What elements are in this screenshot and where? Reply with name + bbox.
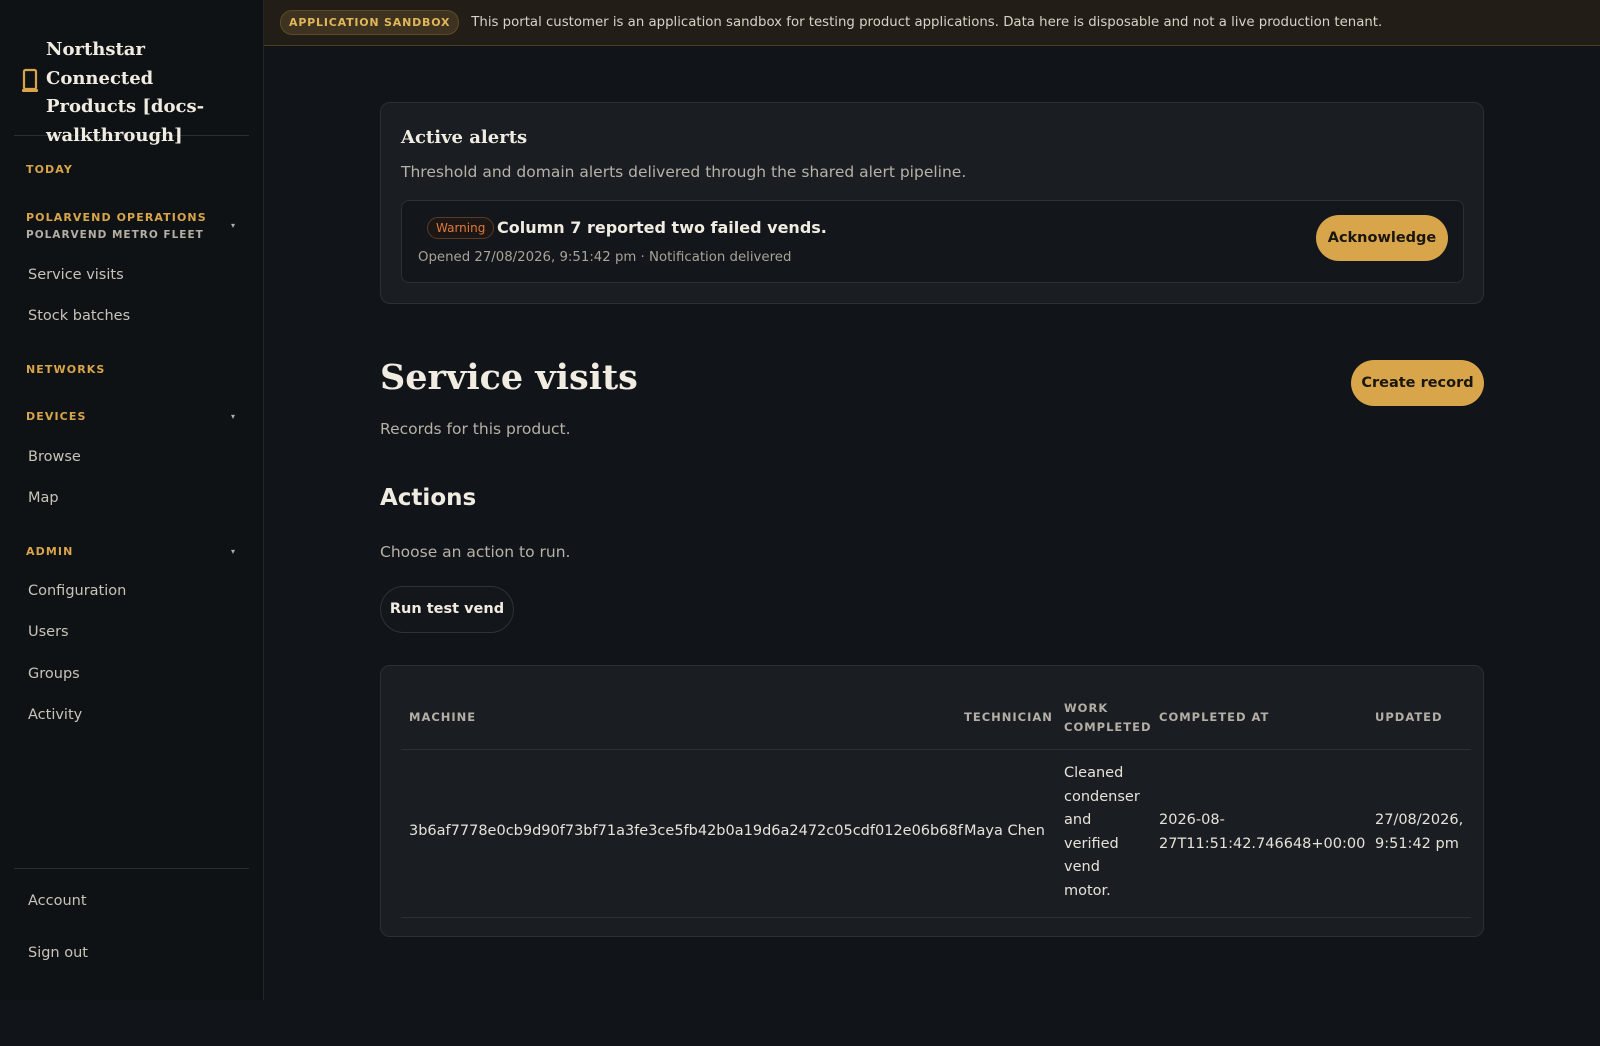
sidebar-item-sign-out[interactable]: Sign out	[28, 945, 88, 961]
sidebar-item-groups[interactable]: Groups	[28, 666, 80, 682]
sidebar-item-map[interactable]: Map	[28, 490, 59, 506]
actions-description: Choose an action to run.	[380, 543, 571, 561]
nav-section-polarvend[interactable]: POLARVEND OPERATIONS	[26, 211, 207, 224]
column-header-work-completed[interactable]: WORK COMPLETED	[1064, 699, 1152, 737]
sidebar-divider	[14, 868, 249, 869]
sidebar-item-service-visits[interactable]: Service visits	[28, 267, 124, 283]
alerts-title: Active alerts	[401, 127, 528, 148]
cell-work-line: motor.	[1064, 882, 1111, 899]
cell-updated: 27/08/2026, 9:51:42 pm	[1375, 809, 1463, 856]
chevron-down-icon[interactable]: ▾	[231, 412, 235, 421]
nav-section-networks[interactable]: NETWORKS	[26, 363, 105, 376]
sidebar-item-users[interactable]: Users	[28, 624, 69, 640]
page-description: Records for this product.	[380, 420, 571, 438]
cell-machine: 3b6af7778e0cb9d90f73bf71a3fe3ce5fb42b0a1…	[409, 823, 963, 839]
nav-section-devices[interactable]: DEVICES	[26, 410, 86, 423]
cell-completed-line: 2026-08-	[1159, 812, 1225, 828]
column-header-completed-at[interactable]: COMPLETED AT	[1159, 708, 1269, 727]
cell-work-line: Cleaned	[1064, 765, 1124, 781]
sidebar-item-browse[interactable]: Browse	[28, 449, 81, 465]
table-row-divider	[401, 917, 1471, 918]
sidebar-item-activity[interactable]: Activity	[28, 707, 82, 723]
active-alerts-card: Active alerts Threshold and domain alert…	[380, 102, 1484, 304]
sandbox-badge: APPLICATION SANDBOX	[280, 10, 460, 35]
alert-item: Warning Column 7 reported two failed ven…	[401, 200, 1464, 283]
sandbox-banner: APPLICATION SANDBOX This portal customer…	[264, 0, 1600, 46]
sidebar-item-stock-batches[interactable]: Stock batches	[28, 308, 130, 324]
nav-section-polarvend-sub: POLARVEND METRO FLEET	[26, 229, 204, 241]
page-title: Service visits	[380, 357, 638, 398]
vending-machine-icon	[22, 68, 38, 92]
column-header-work-line: WORK	[1064, 701, 1109, 715]
create-record-button[interactable]: Create record	[1351, 360, 1484, 406]
actions-title: Actions	[380, 485, 477, 511]
cell-completed-at: 2026-08- 27T11:51:42.746648+00:00	[1159, 809, 1365, 856]
column-header-machine[interactable]: MACHINE	[409, 708, 476, 727]
table-header-divider	[401, 749, 1471, 750]
sidebar: Northstar Connected Products [docs-walkt…	[0, 0, 264, 1000]
nav-section-today[interactable]: TODAY	[26, 163, 73, 176]
cell-work-line: verified	[1064, 835, 1119, 852]
cell-work-line: vend	[1064, 859, 1100, 875]
chevron-down-icon[interactable]: ▾	[231, 547, 235, 556]
cell-updated-line: 9:51:42 pm	[1375, 835, 1459, 852]
cell-technician: Maya Chen	[964, 823, 1045, 839]
severity-badge: Warning	[427, 217, 495, 239]
sidebar-item-account[interactable]: Account	[28, 893, 87, 909]
column-header-updated[interactable]: UPDATED	[1375, 708, 1443, 727]
cell-work-line: condenser	[1064, 788, 1140, 805]
brand[interactable]: Northstar Connected Products [docs-walkt…	[14, 26, 249, 146]
cell-work-line: and	[1064, 812, 1092, 828]
records-table: MACHINE TECHNICIAN WORK COMPLETED COMPLE…	[380, 665, 1484, 937]
cell-work-completed: Cleaned condenser and verified vend moto…	[1064, 762, 1140, 903]
cell-completed-line: 27T11:51:42.746648+00:00	[1159, 835, 1366, 852]
acknowledge-button[interactable]: Acknowledge	[1316, 215, 1448, 261]
sidebar-item-configuration[interactable]: Configuration	[28, 583, 126, 599]
chevron-down-icon[interactable]: ▾	[231, 221, 235, 230]
nav-section-admin[interactable]: ADMIN	[26, 545, 73, 558]
run-test-vend-button[interactable]: Run test vend	[380, 586, 514, 633]
alert-meta: Opened 27/08/2026, 9:51:42 pm · Notifica…	[418, 250, 792, 265]
cell-updated-line: 27/08/2026,	[1375, 812, 1464, 828]
brand-title: Northstar Connected Products [docs-walkt…	[46, 39, 205, 146]
column-header-technician[interactable]: TECHNICIAN	[964, 708, 1053, 727]
sandbox-banner-text: This portal customer is an application s…	[471, 15, 1383, 30]
alerts-description: Threshold and domain alerts delivered th…	[401, 163, 967, 181]
alert-title: Column 7 reported two failed vends.	[497, 218, 827, 237]
column-header-completed-line: COMPLETED	[1064, 720, 1152, 734]
